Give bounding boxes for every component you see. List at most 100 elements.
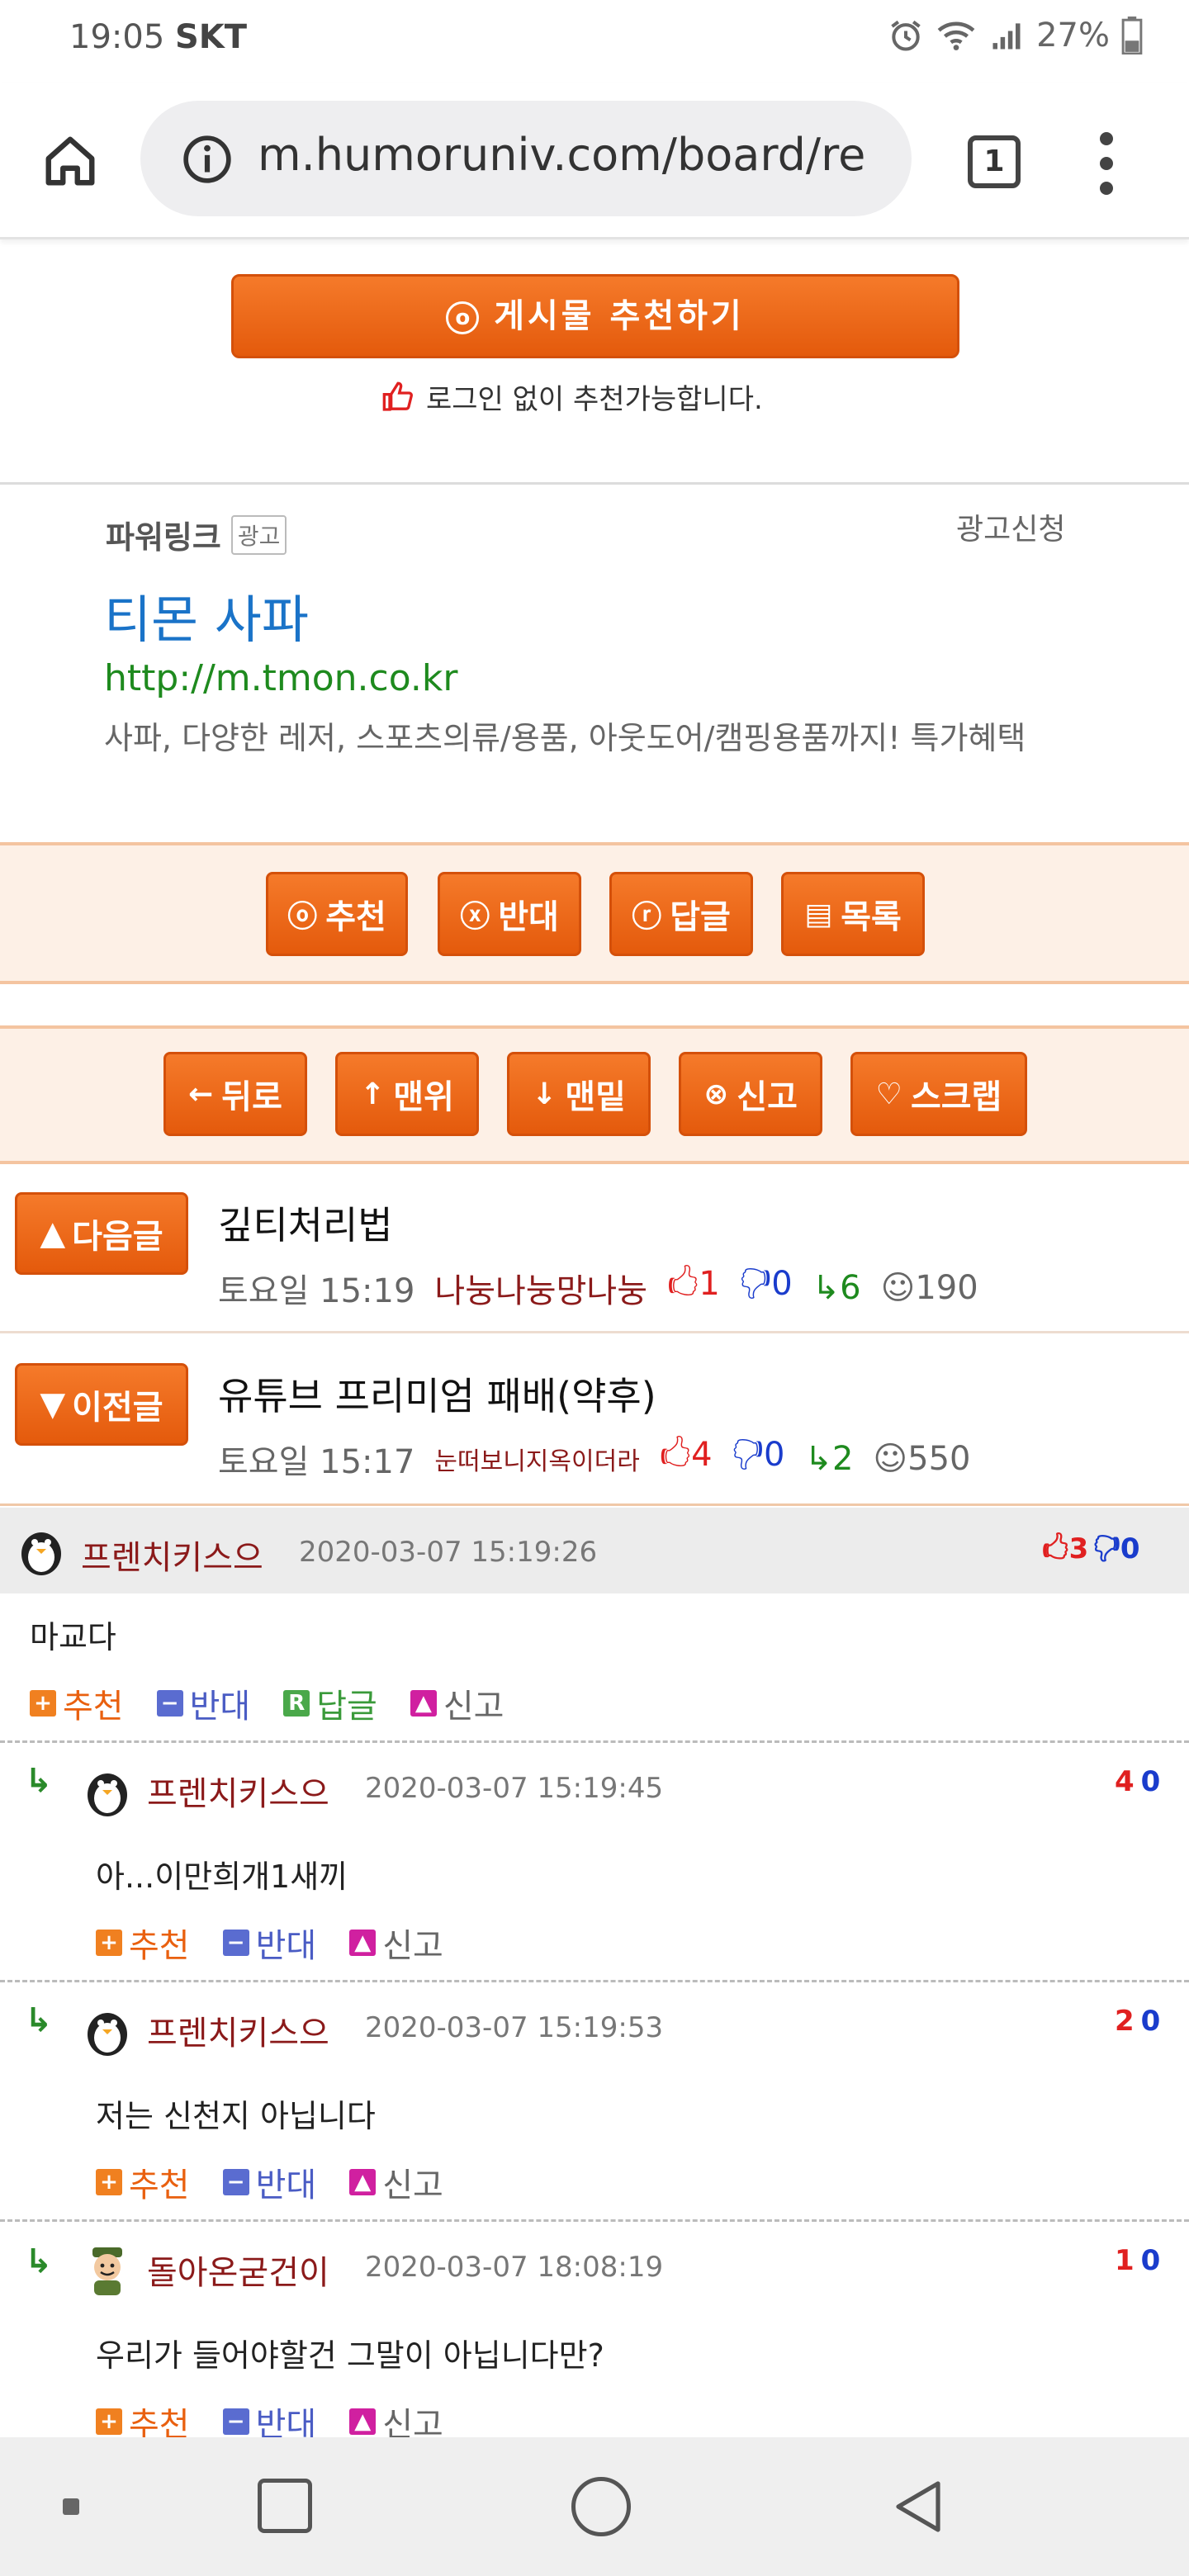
siren-icon: ⊗: [703, 1077, 729, 1111]
oppose-label: 반대: [255, 2166, 317, 2204]
ad-apply-link[interactable]: 광고신청: [956, 505, 1065, 548]
next-post-button[interactable]: ▲ 다음글: [15, 1192, 188, 1275]
penguin-avatar-icon: [21, 1532, 61, 1575]
next-post-meta: 토요일 15:19 나눙나눙망나눙 🖒︎1 🖓︎0 ↳6 ☺190: [218, 1260, 978, 1316]
comment-recommend-button[interactable]: + 추천: [96, 2158, 190, 2206]
next-post-row[interactable]: ▲ 다음글 깊티처리법 토요일 15:19 나눙나눙망나눙 🖒︎1 🖓︎0 ↳6 …: [0, 1166, 1189, 1331]
report-label: 신고: [382, 2166, 443, 2204]
comment-oppose-button[interactable]: − 반대: [222, 1919, 317, 1967]
minus-icon: −: [222, 1930, 249, 1956]
reply-value: 2: [831, 1440, 854, 1478]
divider: [0, 482, 1189, 485]
home-icon[interactable]: [41, 132, 99, 190]
prev-post-row[interactable]: ▼ 이전글 유튜브 프리미엄 패배(약후) 토요일 15:17 눈떠보니지옥이더라…: [0, 1333, 1189, 1503]
ad-badge: 광고: [230, 514, 287, 555]
down-count: 🖓︎0: [732, 1436, 785, 1474]
tab-switcher-button[interactable]: 1: [968, 135, 1021, 188]
comment-oppose-button[interactable]: − 반대: [156, 1679, 251, 1727]
address-bar[interactable]: m.humoruniv.com/board/re: [140, 101, 912, 216]
signal-icon: [992, 23, 1021, 50]
scroll-top-button[interactable]: ↑ 맨위: [335, 1052, 479, 1136]
comment-report-button[interactable]: ▲ 신고: [410, 1679, 504, 1727]
post-time: 토요일 15:17: [218, 1443, 415, 1481]
comment-report-button[interactable]: ▲ 신고: [349, 2158, 443, 2206]
comment-recommend-button[interactable]: + 추천: [96, 1919, 190, 1967]
down-value: 0: [1140, 1765, 1161, 1798]
comment-recommend-button[interactable]: + 추천: [30, 1679, 124, 1727]
recommend-label: 추천: [129, 2166, 190, 2204]
comment-votes: 🖒︎3 🖓︎0: [1042, 1529, 1140, 1576]
ad-url-link[interactable]: http://m.tmon.co.kr: [104, 657, 457, 699]
down-count: 🖓︎0: [739, 1265, 793, 1303]
reply-value: 6: [840, 1269, 861, 1307]
prev-post-title[interactable]: 유튜브 프리미엄 패배(약후): [218, 1366, 656, 1421]
report-label: 신고: [382, 1927, 443, 1965]
plus-icon: +: [96, 2169, 122, 2195]
comment-actions: + 추천 − 반대 R 답글 ▲ 신고: [30, 1679, 504, 1727]
recommend-post-button[interactable]: o 게시물 추천하기: [231, 274, 959, 358]
oppose-label: 반대: [189, 1688, 251, 1726]
comment-text: 마교다: [30, 1619, 116, 1655]
comment-votes: 4 0: [1115, 1765, 1160, 1798]
recommend-note: 로그인 없이 추천가능합니다.: [381, 376, 763, 417]
up-value: 1: [1115, 2244, 1135, 2277]
prev-post-button[interactable]: ▼ 이전글: [15, 1363, 188, 1446]
reply-count: ↳2: [804, 1440, 854, 1478]
reply-button[interactable]: ⓡ 답글: [609, 872, 753, 956]
view-value: 550: [907, 1440, 971, 1478]
oppose-button[interactable]: ⓧ 반대: [438, 872, 581, 956]
arrow-up-icon: ↑: [360, 1077, 386, 1111]
recommend-button[interactable]: ⓞ 추천: [266, 872, 408, 956]
post-time: 토요일 15:19: [218, 1272, 415, 1310]
up-count: 🖒︎4: [659, 1436, 713, 1474]
down-value: 0: [1140, 2244, 1161, 2277]
ad-title-link[interactable]: 티몬 사파: [104, 578, 309, 652]
back-triangle-icon[interactable]: [888, 2477, 948, 2536]
recommend-post-label: 게시물 추천하기: [494, 297, 745, 335]
info-icon[interactable]: [182, 134, 233, 185]
scroll-bottom-button[interactable]: ↓ 맨밑: [507, 1052, 651, 1136]
plus-icon: +: [96, 1930, 122, 1956]
plus-icon: +: [30, 1690, 56, 1717]
ad-label: 파워링크 광고: [106, 512, 287, 557]
circle-o-icon: o: [446, 301, 480, 334]
back-label: 뒤로: [221, 1078, 282, 1116]
list-button[interactable]: ▤ 목록: [781, 872, 925, 956]
recommend-label: 추천: [129, 1927, 190, 1965]
view-value: 190: [915, 1269, 978, 1307]
comment-reply-button[interactable]: R 답글: [283, 1679, 377, 1727]
post-author: 눈떠보니지옥이더라: [434, 1447, 640, 1476]
down-value: 0: [764, 1436, 785, 1474]
comment-divider: [0, 2219, 1189, 2222]
comment-oppose-button[interactable]: − 반대: [222, 2158, 317, 2206]
back-button[interactable]: ← 뒤로: [163, 1052, 307, 1136]
status-bar: 19:05 SKT 27%: [0, 0, 1189, 83]
comment-nick[interactable]: 프렌치키스으: [147, 2006, 329, 2054]
bottom-label: 맨밑: [565, 1078, 626, 1116]
next-post-title[interactable]: 깊티처리법: [218, 1196, 393, 1250]
comment-nick[interactable]: 돌아온굳건이: [147, 2246, 329, 2294]
report-button[interactable]: ⊗ 신고: [679, 1052, 822, 1136]
scrap-button[interactable]: ♡ 스크랩: [850, 1052, 1027, 1136]
oppose-label: 반대: [255, 1927, 317, 1965]
comment-report-button[interactable]: ▲ 신고: [349, 1919, 443, 1967]
reply-arrow-icon: ↳: [25, 2001, 53, 2039]
comment-nick[interactable]: 프렌치키스으: [81, 1531, 263, 1579]
minus-icon: −: [222, 2408, 249, 2435]
comment-date: 2020-03-07 15:19:53: [365, 2011, 664, 2044]
comment-nick[interactable]: 프렌치키스으: [147, 1767, 329, 1815]
reply-count: ↳6: [812, 1269, 861, 1307]
dot-icon[interactable]: [63, 2498, 79, 2515]
down-value: 0: [771, 1265, 793, 1303]
scrap-label: 스크랩: [910, 1078, 1002, 1116]
overflow-menu-icon[interactable]: [1098, 132, 1115, 198]
list-icon: ▤: [804, 897, 833, 931]
report-label: 신고: [443, 1688, 504, 1726]
recents-icon[interactable]: [258, 2479, 312, 2533]
recommend-label: 추천: [63, 1688, 124, 1726]
up-value: 2: [1115, 2005, 1135, 2038]
minus-icon: −: [222, 2169, 249, 2195]
view-count: ☺190: [880, 1269, 978, 1307]
home-circle-icon[interactable]: [571, 2477, 631, 2536]
url-text: m.humoruniv.com/board/re: [258, 129, 866, 181]
